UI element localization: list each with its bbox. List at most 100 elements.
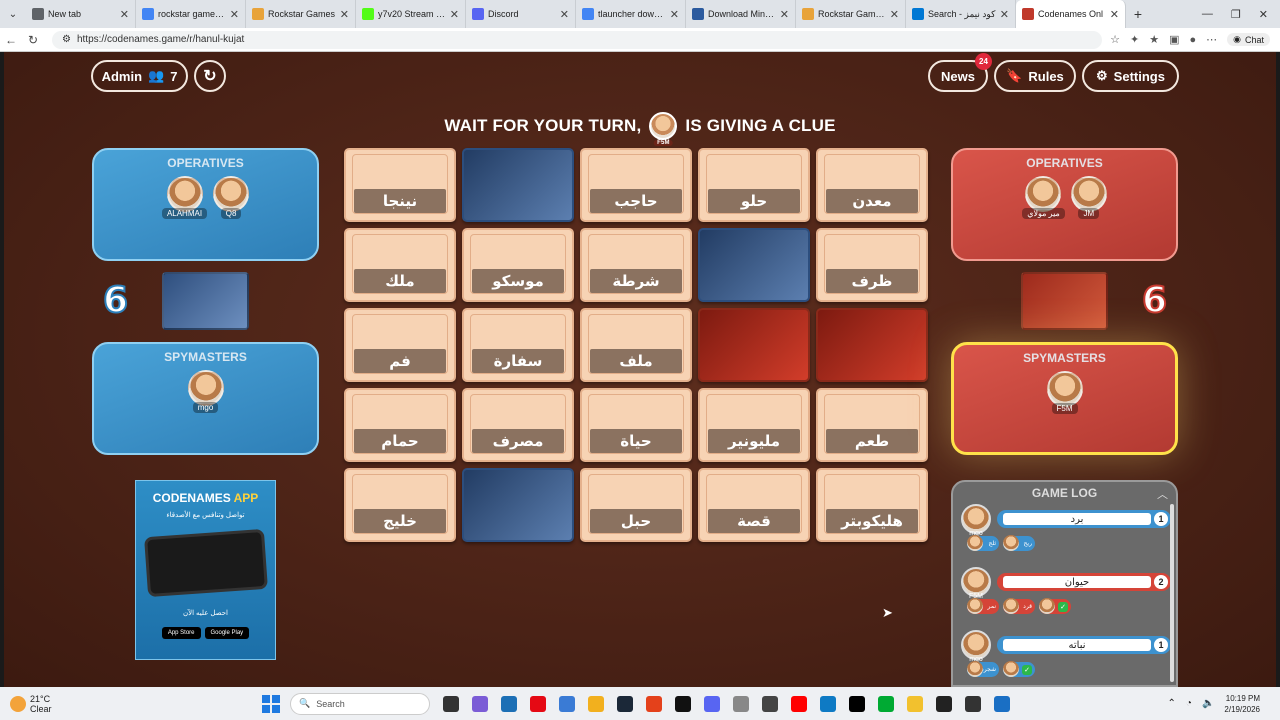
word-card[interactable]: حياة — [580, 388, 692, 462]
maximize-button[interactable]: ❐ — [1231, 8, 1241, 21]
app-icon[interactable] — [936, 695, 952, 712]
chevron-up-icon[interactable]: ⌃ — [1168, 698, 1176, 709]
tiktok-icon[interactable] — [849, 695, 865, 712]
chat-label: Chat — [1244, 34, 1264, 45]
word-card[interactable]: فم — [344, 308, 456, 382]
red-operatives-panel[interactable]: OPERATIVES مير مولاي JM — [951, 148, 1178, 261]
netflix-icon[interactable] — [530, 695, 546, 712]
browser-tab[interactable]: tlauncher download ✕ — [576, 0, 686, 28]
browser-tab[interactable]: Rockstar Games ✕ — [246, 0, 356, 28]
site-info-icon[interactable]: ⚙ — [62, 34, 71, 45]
word-card[interactable]: حبل — [580, 468, 692, 542]
game-icon[interactable] — [646, 695, 662, 712]
network-icon[interactable]: ◔ — [1186, 698, 1192, 709]
reset-game-button[interactable]: ↻ — [194, 60, 226, 92]
rules-button[interactable]: 🔖 Rules — [994, 60, 1076, 92]
clue-number: 2 — [1154, 575, 1168, 589]
copilot-app-icon[interactable] — [472, 695, 488, 712]
word-card[interactable]: معدن — [816, 148, 928, 222]
edge-dev-icon[interactable] — [501, 695, 517, 712]
browser-tab[interactable]: y7v20 Stream - Wat ✕ — [356, 0, 466, 28]
nvidia-icon[interactable] — [762, 695, 778, 712]
word-card[interactable]: قصة — [698, 468, 810, 542]
tab-close-icon[interactable]: ✕ — [1000, 8, 1009, 21]
browser-tab[interactable]: Download Minecraft ✕ — [686, 0, 796, 28]
youtube-icon[interactable] — [791, 695, 807, 712]
browser-tab[interactable]: rockstar games - Sea ✕ — [136, 0, 246, 28]
tab-close-icon[interactable]: ✕ — [890, 8, 899, 21]
file-icon[interactable] — [559, 695, 575, 712]
new-tab-button[interactable]: + — [1126, 6, 1150, 22]
word-card[interactable]: خليج — [344, 468, 456, 542]
browser-tab[interactable]: Discord ✕ — [466, 0, 576, 28]
red-spymasters-panel[interactable]: SPYMASTERS F5M — [951, 342, 1178, 455]
app2-icon[interactable] — [994, 695, 1010, 712]
steam-icon[interactable] — [617, 695, 633, 712]
file-explorer-icon[interactable] — [907, 695, 923, 712]
tab-list-button[interactable]: ⌄ — [0, 0, 26, 28]
word-card[interactable]: شرطة — [580, 228, 692, 302]
browser-tab[interactable]: Codenames Onl ✕ — [1016, 0, 1126, 28]
word-card[interactable]: ملف — [580, 308, 692, 382]
word-card[interactable]: حمام — [344, 388, 456, 462]
copilot-chat-button[interactable]: ◉ Chat — [1227, 33, 1270, 46]
tab-close-icon[interactable]: ✕ — [340, 8, 349, 21]
game-log-scrollbar[interactable] — [1170, 504, 1174, 682]
word-card[interactable]: موسكو — [462, 228, 574, 302]
collapse-icon[interactable]: ︿ — [1157, 486, 1168, 502]
word-card[interactable]: مليونير — [698, 388, 810, 462]
word-card[interactable]: هليكوبتر — [816, 468, 928, 542]
url-field[interactable]: ⚙ https://codenames.game/r/hanul-kujat — [52, 30, 1103, 49]
tab-close-icon[interactable]: ✕ — [230, 8, 239, 21]
tab-close-icon[interactable]: ✕ — [780, 8, 789, 21]
store-icon[interactable] — [588, 695, 604, 712]
taskbar-search[interactable]: 🔍 Search — [290, 692, 430, 715]
news-button[interactable]: News 24 — [928, 53, 992, 92]
word-card[interactable]: طعم — [816, 388, 928, 462]
admin-button[interactable]: Admin 👥 7 — [91, 60, 188, 92]
player-count: 7 — [170, 68, 178, 84]
edge-icon[interactable] — [820, 695, 836, 712]
tab-close-icon[interactable]: ✕ — [120, 8, 129, 21]
settings-button[interactable]: ⚙ Settings — [1082, 60, 1179, 92]
blue-operatives-panel[interactable]: OPERATIVES ALAHMAI Q8 — [92, 148, 319, 261]
minimize-button[interactable]: — — [1202, 8, 1213, 21]
clock[interactable]: 10:19 PM 2/19/2026 — [1224, 693, 1260, 715]
close-window-button[interactable]: ✕ — [1259, 8, 1268, 21]
word-card[interactable]: مصرف — [462, 388, 574, 462]
discord-icon[interactable] — [704, 695, 720, 712]
tab-close-icon[interactable]: ✕ — [450, 8, 459, 21]
tab-close-icon[interactable]: ✕ — [1110, 8, 1119, 21]
reload-button[interactable]: ↻ — [22, 33, 44, 47]
word-card[interactable]: ملك — [344, 228, 456, 302]
task-view-icon[interactable] — [443, 695, 459, 712]
back-button[interactable]: ← — [0, 33, 22, 47]
chrome-icon[interactable] — [965, 695, 981, 712]
more-menu-icon[interactable]: ⋯ — [1206, 33, 1217, 46]
collections-icon[interactable]: ▣ — [1169, 33, 1179, 46]
profile-avatar[interactable]: ● — [1189, 34, 1196, 46]
epic-games-icon[interactable] — [675, 695, 691, 712]
tab-close-icon[interactable]: ✕ — [670, 8, 679, 21]
weather-widget[interactable]: 21°C Clear — [0, 694, 140, 714]
word-card[interactable]: حلو — [698, 148, 810, 222]
terminal-icon[interactable] — [878, 695, 894, 712]
bookmark-star-icon[interactable]: ☆ — [1110, 33, 1120, 46]
word-card[interactable]: ظرف — [816, 228, 928, 302]
extensions-icon[interactable]: ✦ — [1130, 33, 1139, 46]
browser-tab[interactable]: New tab ✕ — [26, 0, 136, 28]
browser-tab[interactable]: Search - كود نيمز ✕ — [906, 0, 1016, 28]
blue-spymasters-panel[interactable]: SPYMASTERS mgo — [92, 342, 319, 455]
word-card[interactable]: سفارة — [462, 308, 574, 382]
word-card[interactable]: نينجا — [344, 148, 456, 222]
browser-tab[interactable]: Rockstar Games Cus ✕ — [796, 0, 906, 28]
favorites-icon[interactable]: ★ — [1149, 33, 1159, 46]
tab-close-icon[interactable]: ✕ — [560, 8, 569, 21]
volume-icon[interactable]: 🔈 — [1202, 698, 1214, 709]
start-button[interactable] — [262, 694, 280, 713]
google-play-badge[interactable]: Google Play — [204, 627, 250, 639]
word-card[interactable]: حاجب — [580, 148, 692, 222]
app-store-badge[interactable]: App Store — [161, 627, 201, 639]
settings-app-icon[interactable] — [733, 695, 749, 712]
app-promo-banner[interactable]: CODENAMES APP تواصل وتنافس مع الأصدقاء ا… — [135, 480, 276, 660]
